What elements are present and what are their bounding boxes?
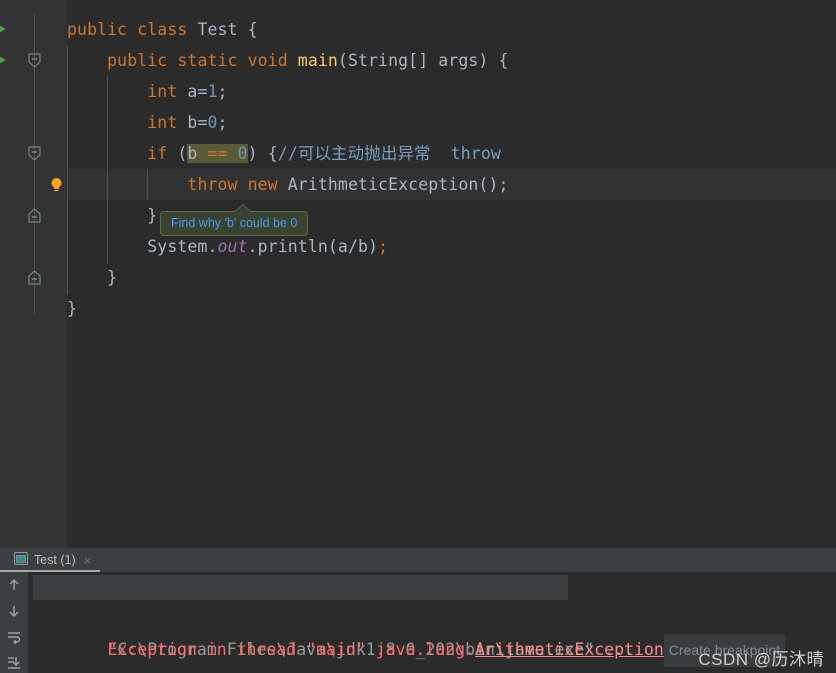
code-line[interactable]: if (b == 0) {//可以主动抛出异常 throw	[67, 138, 836, 169]
gutter-line-6[interactable]	[0, 169, 67, 200]
tab-label: Test (1)	[34, 553, 76, 567]
command-highlight	[33, 575, 568, 600]
scroll-up-icon[interactable]	[5, 576, 23, 594]
fold-marker-icon[interactable]	[28, 270, 41, 285]
gutter-line-1[interactable]	[0, 14, 67, 45]
code-token: ArithmeticException();	[287, 175, 509, 194]
code-token: }	[67, 268, 118, 287]
code-token: b	[187, 144, 208, 163]
run-console-panel: Test (1) × "C:\Program Files\Java\jdk1.8…	[0, 548, 836, 673]
code-line[interactable]: }	[67, 262, 836, 293]
code-token: b=	[187, 113, 208, 132]
code-token: ;	[217, 113, 228, 132]
code-editor[interactable]: public class Test { public static void m…	[0, 0, 836, 548]
code-token: ;	[217, 82, 228, 101]
gutter-line-2[interactable]	[0, 45, 67, 76]
code-token: }	[67, 206, 158, 225]
code-line[interactable]: public class Test {	[67, 14, 836, 45]
console-command-line[interactable]: "C:\Program Files\Java\jdk1.8.0_202\bin\…	[28, 572, 836, 659]
fold-marker-icon[interactable]	[28, 208, 41, 223]
console-error-line[interactable]: Exception in thread "main" java.lang.Ari…	[28, 603, 836, 667]
code-token: out	[217, 237, 248, 256]
console-tabbar[interactable]: Test (1) ×	[0, 548, 836, 572]
code-token	[227, 144, 238, 163]
code-token: ;	[378, 237, 389, 256]
indent-guide	[147, 169, 148, 200]
code-token: public static void	[67, 51, 298, 70]
console-window-icon	[14, 552, 28, 568]
gutter-line-9[interactable]	[0, 262, 67, 293]
fold-marker-icon[interactable]	[28, 53, 41, 68]
code-token: main	[297, 51, 338, 70]
ide-window: public class Test { public static void m…	[0, 0, 836, 673]
code-line[interactable]: int a=1;	[67, 76, 836, 107]
scroll-to-end-icon[interactable]	[5, 654, 23, 672]
run-arrow-icon[interactable]	[0, 21, 6, 37]
code-token: a=	[187, 82, 208, 101]
code-token: 1	[207, 82, 218, 101]
close-icon[interactable]: ×	[84, 553, 92, 568]
scroll-down-icon[interactable]	[5, 602, 23, 620]
fold-marker-icon[interactable]	[28, 146, 41, 161]
code-token: throw new	[67, 175, 288, 194]
code-token: Test	[197, 20, 248, 39]
code-token: 0	[207, 113, 218, 132]
code-token: System.	[67, 237, 218, 256]
code-token: ) {	[247, 144, 278, 163]
code-token: (	[177, 144, 188, 163]
watermark: CSDN @历沐晴	[698, 650, 824, 669]
lightbulb-icon[interactable]	[49, 177, 64, 193]
code-line[interactable]: int b=0;	[67, 107, 836, 138]
code-line[interactable]: throw new ArithmeticException();	[67, 169, 836, 200]
indent-guide	[67, 45, 68, 295]
console-output[interactable]: "C:\Program Files\Java\jdk1.8.0_202\bin\…	[28, 572, 836, 673]
code-token: (String[] args) {	[337, 51, 509, 70]
run-arrow-icon[interactable]	[0, 52, 6, 68]
gutter-line-7[interactable]	[0, 200, 67, 231]
code-token: ==	[207, 144, 228, 163]
inspection-tooltip[interactable]: Find why 'b' could be 0	[160, 204, 309, 236]
code-token: 0	[237, 144, 248, 163]
code-line[interactable]: public static void main(String[] args) {	[67, 45, 836, 76]
gutter-line-5[interactable]	[0, 138, 67, 169]
code-token: .println(a/b)	[247, 237, 379, 256]
code-token: public class	[67, 20, 198, 39]
code-line[interactable]: }	[67, 293, 836, 324]
tab-test[interactable]: Test (1) ×	[8, 548, 97, 572]
tooltip-label: Find why 'b' could be 0	[171, 216, 298, 230]
code-token: if	[67, 144, 178, 163]
tooltip-arrow	[235, 205, 251, 212]
soft-wrap-icon[interactable]	[5, 628, 23, 646]
indent-guide	[107, 76, 108, 264]
editor-gutter[interactable]	[0, 0, 67, 548]
code-token: int	[67, 82, 188, 101]
code-token: //可以主动抛出异常 throw	[277, 144, 501, 163]
code-token: int	[67, 113, 188, 132]
code-token: }	[67, 299, 78, 318]
code-token: {	[247, 20, 258, 39]
console-toolbar[interactable]	[0, 572, 28, 673]
code-area[interactable]: public class Test { public static void m…	[67, 0, 836, 548]
